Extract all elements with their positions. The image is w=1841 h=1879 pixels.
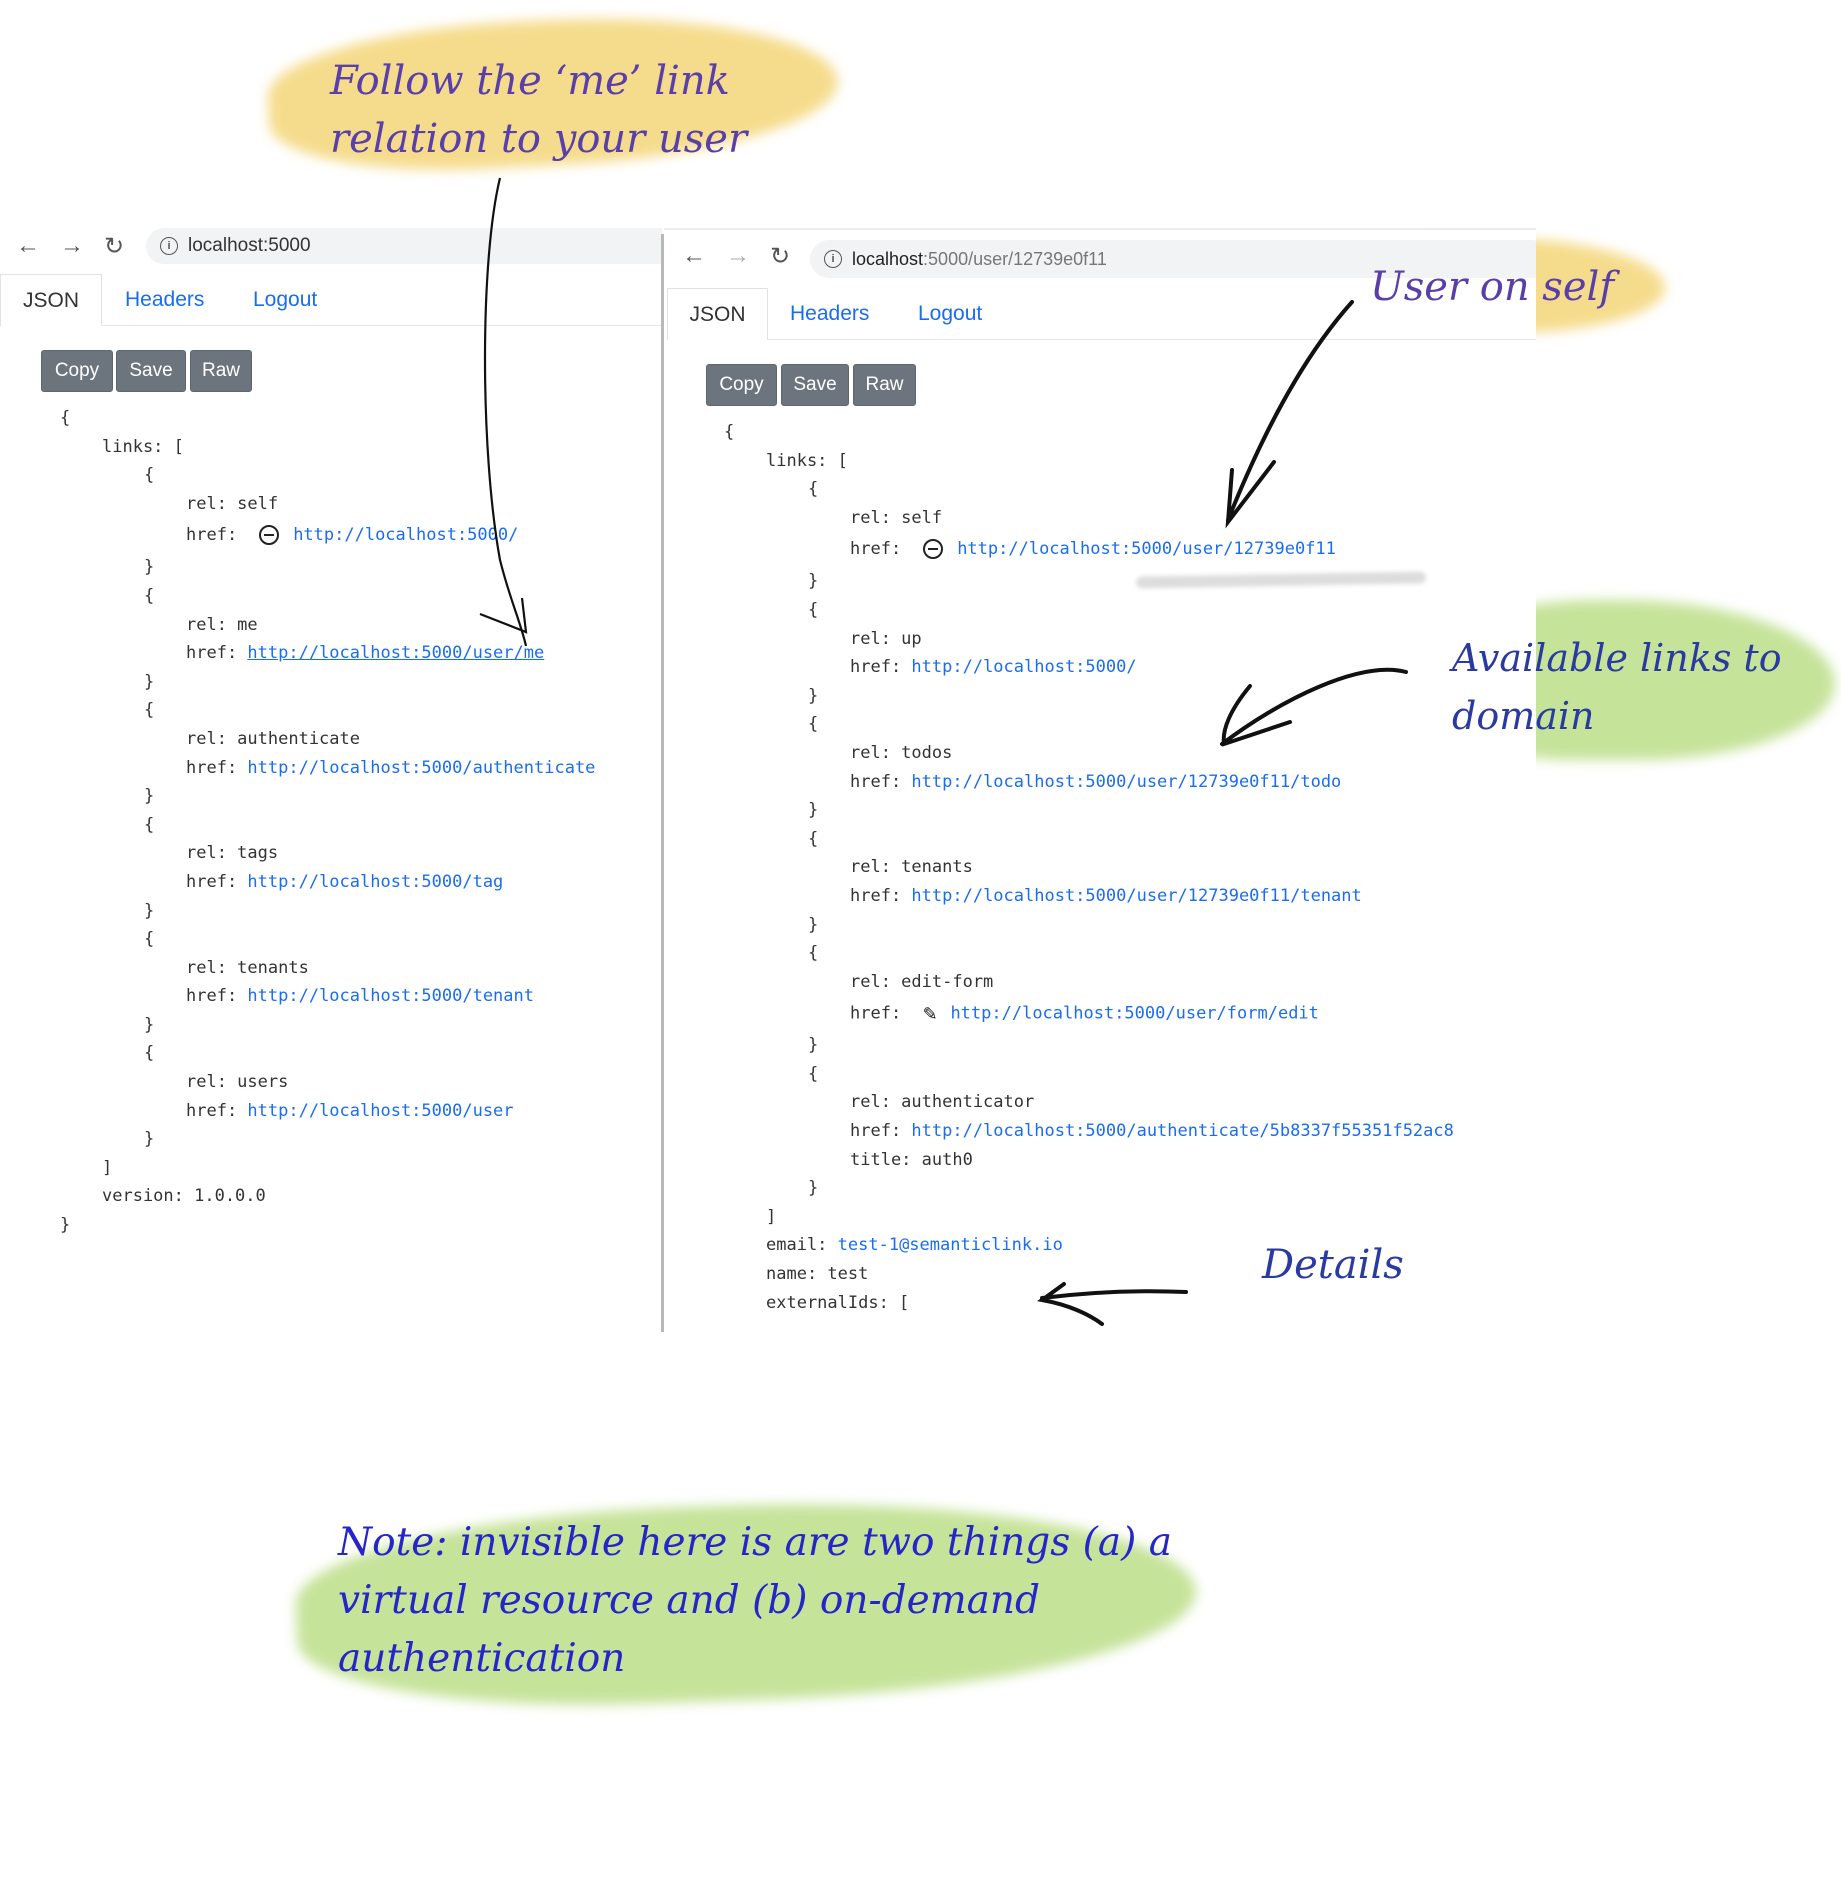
- annotation-details: Details: [1262, 1242, 1404, 1288]
- annotation-note-line2: virtual resource and (b) on-demand: [338, 1578, 1041, 1623]
- arrow-follow-me: [479, 177, 528, 647]
- annotation-note-line3: authentication: [338, 1636, 626, 1681]
- annotation-follow-me-line2: relation to your user: [330, 116, 748, 162]
- annotation-user-on-self: User on self: [1370, 264, 1615, 310]
- arrow-details: [1037, 1282, 1188, 1326]
- arrow-available-links: [1220, 667, 1408, 747]
- annotation-note-line1: Note: invisible here is are two things (…: [338, 1520, 1172, 1565]
- annotation-follow-me-line1: Follow the ‘me’ link: [330, 58, 730, 104]
- annotation-available-links-line1: Available links to: [1452, 636, 1782, 680]
- annotation-available-links-line2: domain: [1452, 694, 1595, 738]
- arrow-user-on-self: [1225, 300, 1354, 529]
